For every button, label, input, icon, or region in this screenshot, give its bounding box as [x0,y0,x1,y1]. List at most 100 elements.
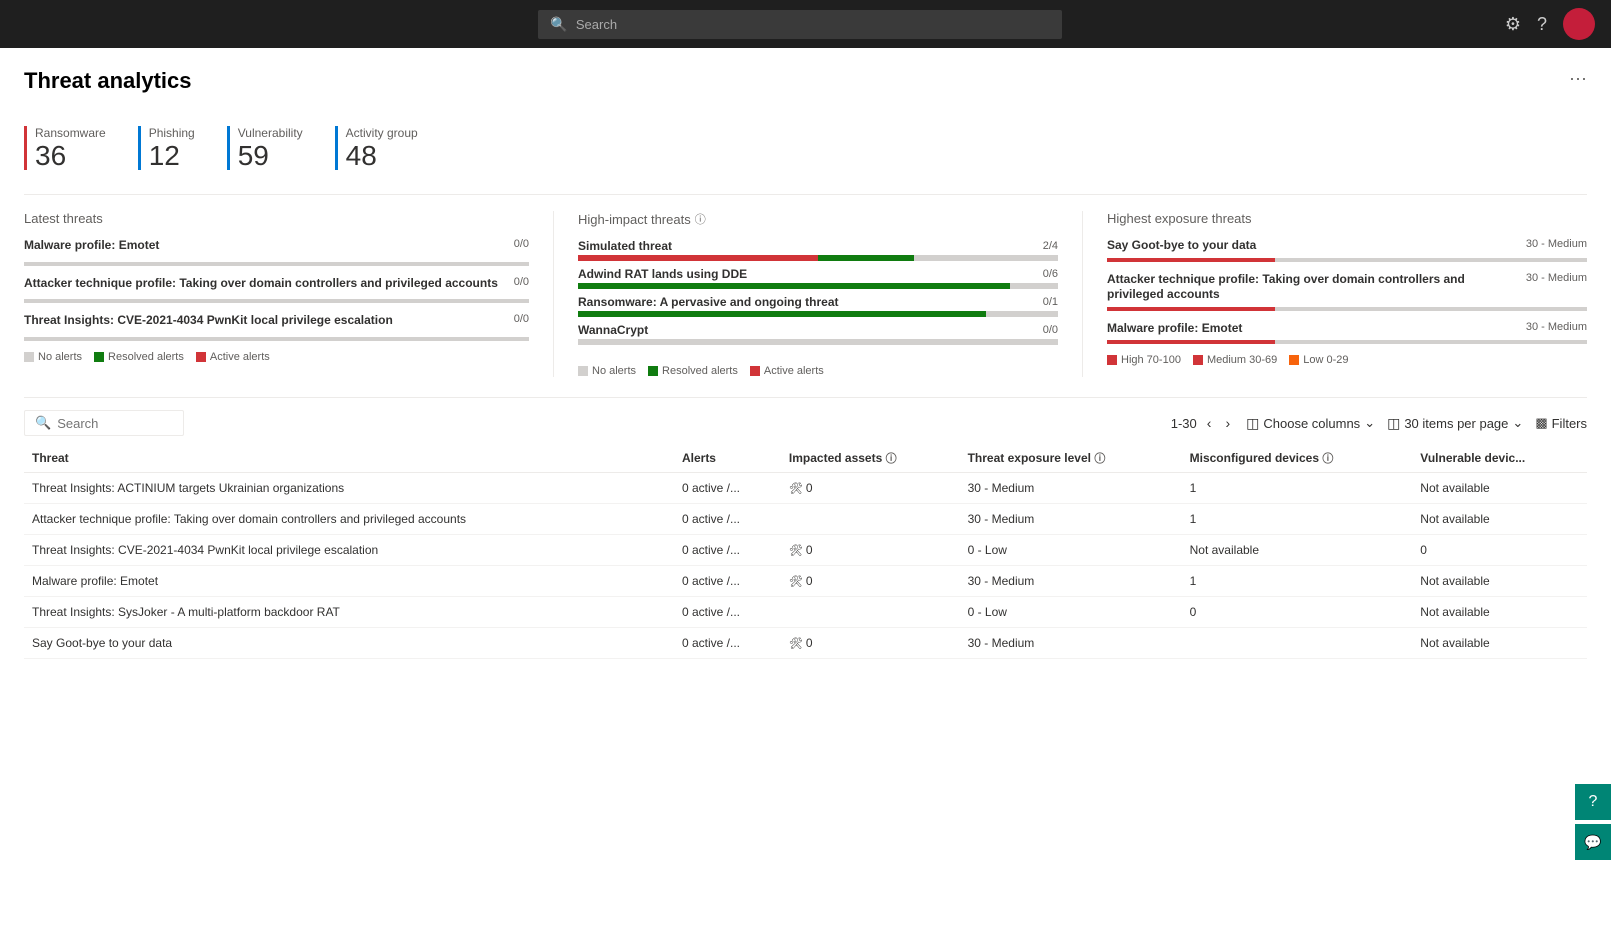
hi-bar-2 [578,311,1058,317]
legend-high: High 70-100 [1107,354,1181,366]
latest-threats-title: Latest threats [24,211,529,226]
alerts-cell-1: 0 active /... [674,504,781,535]
high-impact-info-icon: ⓘ [695,211,706,227]
items-per-page-icon: ◫ [1387,415,1400,432]
impacted-cell-3: 🛠 0 [781,566,960,597]
table-body: Threat Insights: ACTINIUM targets Ukrain… [24,473,1587,659]
latest-threat-count-1: 0/0 [514,276,529,288]
help-float-button[interactable]: ? [1575,784,1611,820]
exposure-cell-1: 30 - Medium [960,504,1182,535]
items-per-page-label: 30 items per page [1404,416,1508,431]
exp-name-2: Malware profile: Emotet [1107,321,1526,337]
legend-no-alerts-hi: No alerts [578,365,636,377]
table-row: Threat Insights: CVE-2021-4034 PwnKit lo… [24,535,1587,566]
legend-dot-red-hi [750,366,760,376]
stat-ransomware: Ransomware 36 [24,126,106,170]
choose-columns-button[interactable]: ◫ Choose columns ⌄ [1246,415,1375,432]
legend-active-alerts: Active alerts [196,351,270,363]
legend-dot-gray-hi [578,366,588,376]
alerts-cell-2: 0 active /... [674,535,781,566]
search-box[interactable]: 🔍 [538,10,1062,39]
threat-cell-5: Say Goot-bye to your data [24,628,674,659]
latest-threat-bar-0 [24,262,529,266]
col-impacted: Impacted assets ⓘ [781,444,960,473]
more-options-icon[interactable]: ··· [1569,68,1587,89]
alerts-cell-3: 0 active /... [674,566,781,597]
legend-no-alerts-label: No alerts [38,351,82,363]
hi-row-1: Adwind RAT lands using DDE 0/6 [578,267,1058,289]
latest-threat-name-1: Attacker technique profile: Taking over … [24,276,514,292]
hi-bar-green-1 [578,283,1010,289]
choose-columns-label: Choose columns [1263,416,1360,431]
table-toolbar: 🔍 1-30 ‹ › ◫ Choose columns ⌄ ◫ 30 items… [24,410,1587,436]
exposure-cell-3: 30 - Medium [960,566,1182,597]
hi-bar-red-0 [578,255,818,261]
impacted-cell-5: 🛠 0 [781,628,960,659]
items-per-page-button[interactable]: ◫ 30 items per page ⌄ [1387,415,1523,432]
impacted-cell-1 [781,504,960,535]
legend-dot-red [196,352,206,362]
stat-phishing: Phishing 12 [138,126,195,170]
filters-button[interactable]: ▩ Filters [1535,415,1587,431]
search-input[interactable] [576,17,1051,32]
latest-threat-count-2: 0/0 [514,313,529,325]
threat-cell-2[interactable]: Threat Insights: CVE-2021-4034 PwnKit lo… [24,535,674,566]
threat-cell-3: Malware profile: Emotet [24,566,674,597]
vulnerable-cell-2: 0 [1412,535,1587,566]
latest-threat-row-2: Threat Insights: CVE-2021-4034 PwnKit lo… [24,313,529,329]
legend-dot-low [1289,355,1299,365]
settings-icon[interactable]: ⚙ [1505,15,1521,33]
misconfigured-cell-2: Not available [1182,535,1413,566]
high-impact-threats-section: High-impact threats ⓘ Simulated threat 2… [553,211,1058,377]
latest-threat-name-0: Malware profile: Emotet [24,238,514,254]
table-search-box[interactable]: 🔍 [24,410,184,436]
stat-activity-group-label: Activity group [346,126,418,140]
help-icon[interactable]: ? [1537,15,1547,33]
avatar[interactable] [1563,8,1595,40]
stat-vulnerability-label: Vulnerability [238,126,303,140]
hi-count-2: 0/1 [1043,296,1058,308]
threat-cell-0[interactable]: Threat Insights: ACTINIUM targets Ukrain… [24,473,674,504]
exp-bar-2 [1107,340,1587,344]
exposure-cell-4: 0 - Low [960,597,1182,628]
search-icon: 🔍 [550,16,567,33]
exp-bar-1 [1107,307,1587,311]
stat-activity-group-value: 48 [346,142,418,170]
highest-exposure-section: Highest exposure threats Say Goot-bye to… [1082,211,1587,377]
misconfigured-cell-1: 1 [1182,504,1413,535]
stat-ransomware-value: 36 [35,142,106,170]
legend-no-alerts: No alerts [24,351,82,363]
legend-dot-green-hi [648,366,658,376]
hi-name-2: Ransomware: A pervasive and ongoing thre… [578,295,839,309]
main-content: Threat analytics ··· Ransomware 36 Phish… [0,48,1611,950]
table-search-input[interactable] [57,416,173,431]
vulnerable-cell-4: Not available [1412,597,1587,628]
vulnerable-cell-3: Not available [1412,566,1587,597]
prev-page-button[interactable]: ‹ [1203,413,1216,433]
stat-phishing-label: Phishing [149,126,195,140]
legend-dot-green [94,352,104,362]
legend-active-hi-label: Active alerts [764,365,824,377]
top-right-icons: ⚙ ? [1505,8,1595,40]
hi-row-3: WannaCrypt 0/0 [578,323,1058,345]
hi-count-1: 0/6 [1043,268,1058,280]
stat-vulnerability: Vulnerability 59 [227,126,303,170]
hi-bar-0 [578,255,1058,261]
exp-level-2: 30 - Medium [1526,321,1587,333]
exposure-cell-5: 30 - Medium [960,628,1182,659]
misconfigured-info-icon: ⓘ [1322,453,1333,465]
hi-count-0: 2/4 [1043,240,1058,252]
stat-activity-group: Activity group 48 [335,126,418,170]
exp-level-0: 30 - Medium [1526,238,1587,250]
next-page-button[interactable]: › [1221,413,1234,433]
table-search-icon: 🔍 [35,415,51,431]
threat-cell-4[interactable]: Threat Insights: SysJoker - A multi-plat… [24,597,674,628]
legend-dot-medium [1193,355,1203,365]
hi-name-3: WannaCrypt [578,323,648,337]
misconfigured-cell-4: 0 [1182,597,1413,628]
misconfigured-cell-3: 1 [1182,566,1413,597]
chat-float-button[interactable]: 💬 [1575,824,1611,860]
hi-bar-3 [578,339,1058,345]
col-misconfigured: Misconfigured devices ⓘ [1182,444,1413,473]
page-title: Threat analytics [24,68,192,94]
